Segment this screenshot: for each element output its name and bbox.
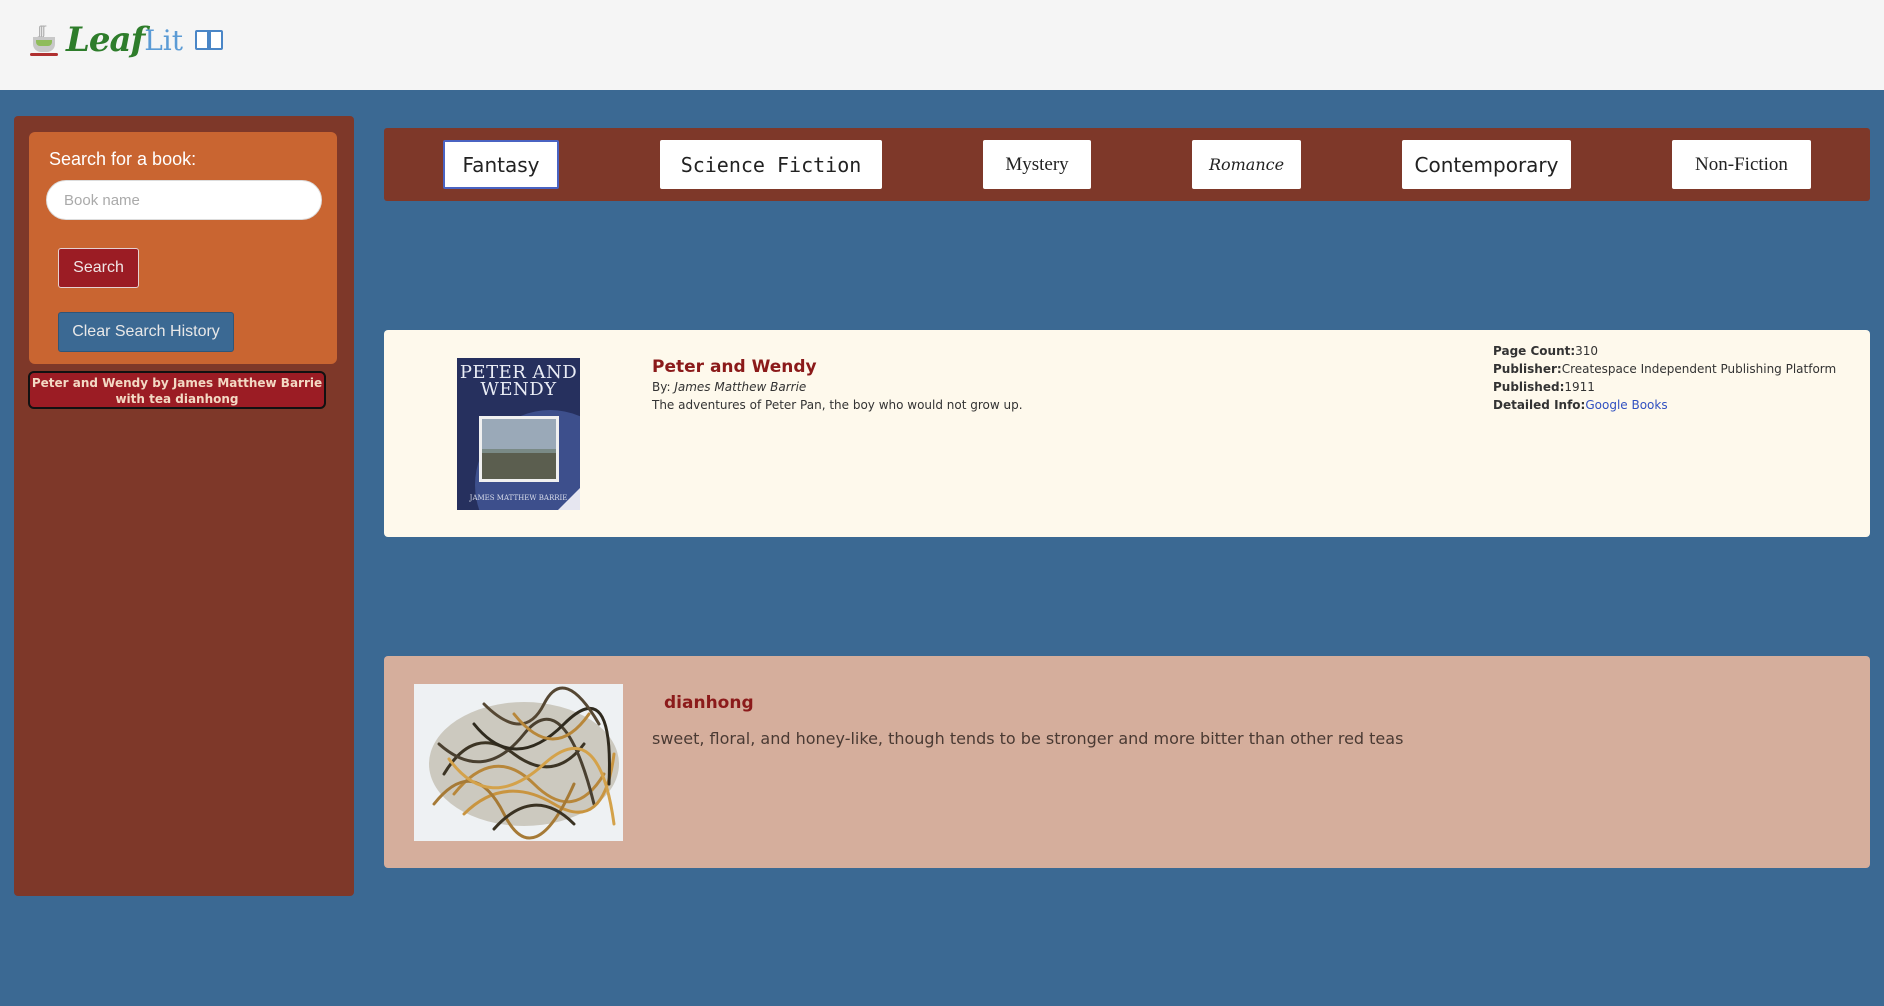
genre-button-non-fiction[interactable]: Non-Fiction: [1672, 140, 1811, 189]
search-label: Search for a book:: [49, 149, 197, 169]
open-book-icon: [195, 28, 225, 52]
genre-button-contemporary[interactable]: Contemporary: [1402, 140, 1571, 189]
book-card: PETER AND WENDY JAMES MATTHEW BARRIE Pet…: [384, 330, 1870, 537]
brand-name-leaf: Leaf: [66, 20, 145, 60]
published-row: Published:1911: [1493, 380, 1595, 394]
search-panel: Search for a book: Search Clear Search H…: [29, 132, 337, 364]
genre-bar: Fantasy Science Fiction Mystery Romance …: [384, 128, 1870, 201]
page-count-row: Page Count:310: [1493, 344, 1599, 358]
page-count-value: 310: [1575, 344, 1599, 358]
tea-description: sweet, floral, and honey-like, though te…: [652, 729, 1404, 748]
search-button[interactable]: Search: [58, 248, 139, 288]
brand-name-lit: Lit: [144, 23, 184, 57]
history-item-line1: Peter and Wendy by James Matthew Barrie: [31, 376, 323, 390]
tea-leaves-image: [414, 684, 623, 841]
history-item[interactable]: Peter and Wendy by James Matthew Barrie …: [28, 371, 326, 409]
book-author-name: James Matthew Barrie: [674, 380, 807, 394]
book-title: Peter and Wendy: [652, 357, 817, 377]
book-cover-title: PETER AND WENDY: [459, 362, 578, 400]
teacup-icon: ʃʃʃ: [30, 24, 60, 56]
tea-card: dianhong sweet, floral, and honey-like, …: [384, 656, 1870, 868]
brand-logo[interactable]: ʃʃʃ Leaf Lit: [30, 20, 225, 60]
book-cover-image: PETER AND WENDY JAMES MATTHEW BARRIE: [457, 358, 580, 510]
genre-button-romance[interactable]: Romance: [1192, 140, 1301, 189]
publisher-value: Createspace Independent Publishing Platf…: [1561, 362, 1837, 376]
google-books-link[interactable]: Google Books: [1585, 398, 1667, 412]
published-value: 1911: [1564, 380, 1595, 394]
genre-button-mystery[interactable]: Mystery: [983, 140, 1091, 189]
book-details: Page Count:310 Publisher:Createspace Ind…: [1493, 342, 1836, 414]
publisher-row: Publisher:Createspace Independent Publis…: [1493, 362, 1837, 376]
book-author: By: James Matthew Barrie: [652, 380, 806, 394]
search-input[interactable]: [46, 180, 322, 220]
header: ʃʃʃ Leaf Lit: [0, 0, 1884, 90]
genre-button-fantasy[interactable]: Fantasy: [443, 140, 559, 189]
tea-name: dianhong: [664, 693, 754, 713]
genre-button-science-fiction[interactable]: Science Fiction: [660, 140, 882, 189]
clear-history-button[interactable]: Clear Search History: [58, 312, 234, 352]
detailed-info-row: Detailed Info:Google Books: [1493, 398, 1668, 412]
book-description: The adventures of Peter Pan, the boy who…: [652, 398, 1023, 412]
history-item-line2: with tea dianhong: [115, 392, 239, 406]
book-author-label: By:: [652, 380, 671, 394]
sidebar: Search for a book: Search Clear Search H…: [14, 116, 354, 896]
